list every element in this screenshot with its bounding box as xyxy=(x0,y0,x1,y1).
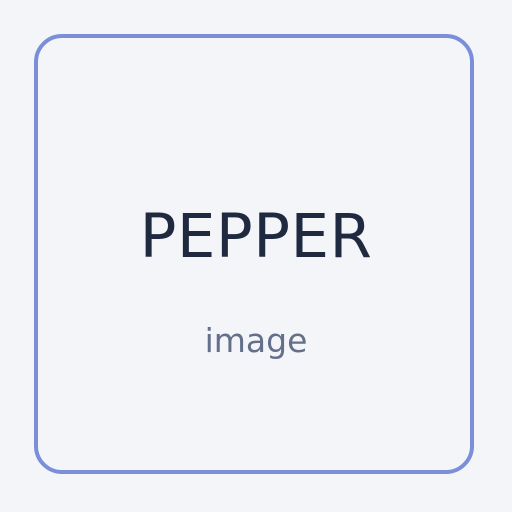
placeholder-subtitle: image xyxy=(204,321,308,360)
placeholder-title: PEPPER xyxy=(139,201,373,272)
